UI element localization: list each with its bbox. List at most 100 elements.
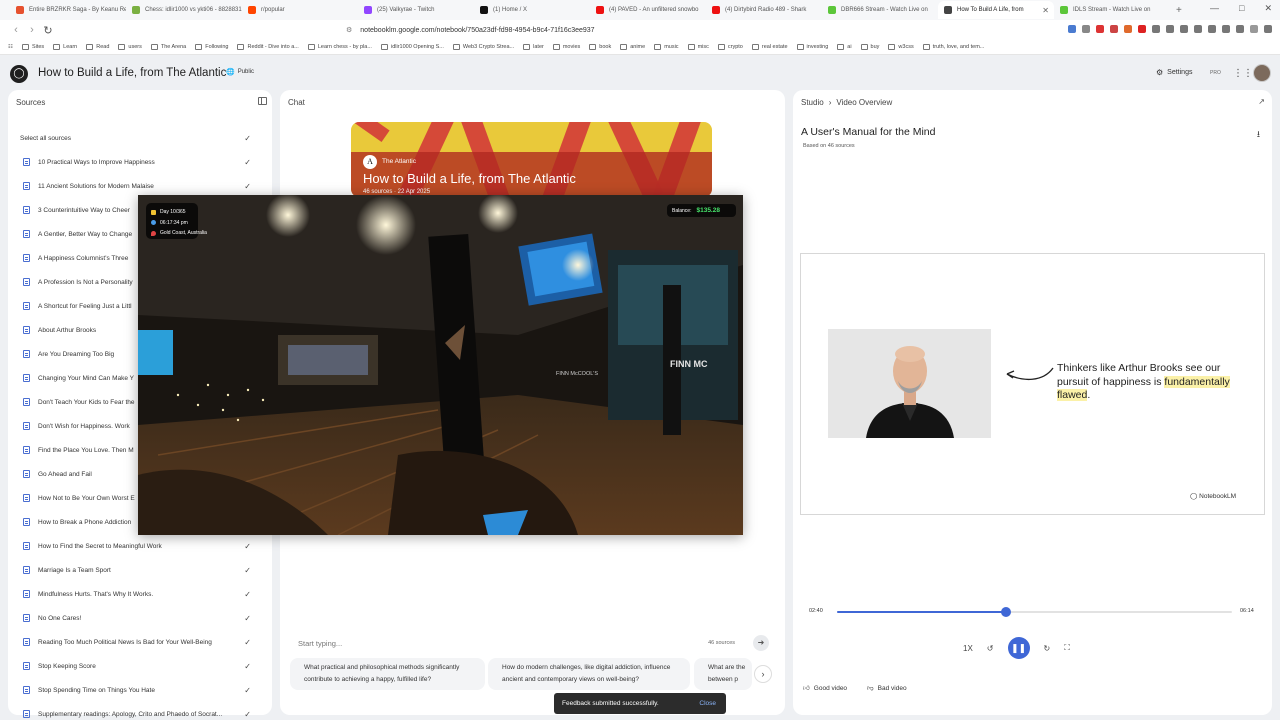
browser-tab[interactable]: (4) PAVED - An unfiltered snowbo bbox=[590, 1, 706, 19]
bookmark-item[interactable]: The Arena bbox=[150, 44, 186, 50]
source-item[interactable]: Stop Keeping Score ✓ bbox=[20, 654, 260, 678]
source-item[interactable]: No One Cares! ✓ bbox=[20, 606, 260, 630]
bookmark-item[interactable]: idlir1000 Opening S... bbox=[380, 44, 444, 50]
source-item[interactable]: Stop Spending Time on Things You Hate ✓ bbox=[20, 678, 260, 702]
notebook-title[interactable]: How to Build a Life, from The Atlantic bbox=[38, 67, 226, 79]
rewind-icon[interactable]: ↺ bbox=[987, 644, 994, 653]
download-icon[interactable] bbox=[1180, 25, 1188, 33]
bookmark-item[interactable]: Reddit - Dive into a... bbox=[237, 44, 299, 50]
extension-icon[interactable] bbox=[1082, 25, 1090, 33]
settings-button[interactable]: ⚙ Settings bbox=[1156, 68, 1192, 77]
visibility-badge[interactable]: 🌐 Public bbox=[226, 68, 254, 76]
bookmark-item[interactable]: Sites bbox=[21, 44, 44, 50]
next-suggestions-icon[interactable]: › bbox=[754, 665, 772, 683]
good-video-button[interactable]: 👍︎ Good video bbox=[803, 684, 847, 693]
bookmark-item[interactable]: real estate bbox=[751, 44, 788, 50]
browser-tab[interactable]: Chess: idlir1000 vs ykti06 - 8828831 bbox=[126, 1, 242, 19]
bookmark-item[interactable]: movies bbox=[552, 44, 580, 50]
extension-icon[interactable] bbox=[1222, 25, 1230, 33]
browser-tab[interactable]: How To Build A Life, from ✕ bbox=[938, 1, 1054, 19]
download-icon[interactable]: ⭳ bbox=[1257, 127, 1260, 143]
breadcrumb-studio[interactable]: Studio bbox=[801, 98, 824, 107]
extension-icon[interactable] bbox=[1236, 25, 1244, 33]
menu-icon[interactable] bbox=[1264, 25, 1272, 33]
extension-icon[interactable] bbox=[1194, 25, 1202, 33]
expand-icon[interactable]: ↗ bbox=[1258, 97, 1265, 106]
notebooklm-logo-icon[interactable]: ◯ bbox=[10, 65, 28, 83]
extension-icon[interactable] bbox=[1138, 25, 1146, 33]
extension-icon[interactable] bbox=[1124, 25, 1132, 33]
maximize-icon[interactable]: □ bbox=[1239, 3, 1244, 14]
source-item[interactable]: Supplementary readings: Apology, Crito a… bbox=[20, 702, 260, 720]
source-item[interactable]: How to Find the Secret to Meaningful Wor… bbox=[20, 534, 260, 558]
minimize-icon[interactable]: — bbox=[1210, 3, 1219, 14]
extension-icon[interactable] bbox=[1152, 25, 1160, 33]
source-checkbox[interactable]: ✓ bbox=[244, 662, 251, 671]
collapse-panel-icon[interactable] bbox=[258, 97, 267, 105]
chat-input[interactable]: Start typing... 46 sources ➜ bbox=[290, 633, 775, 653]
source-checkbox[interactable]: ✓ bbox=[244, 638, 251, 647]
browser-tab[interactable]: (25) Valkyrae - Twitch bbox=[358, 1, 474, 19]
source-checkbox[interactable]: ✓ bbox=[244, 590, 251, 599]
extension-icon[interactable] bbox=[1068, 25, 1076, 33]
source-checkbox[interactable]: ✓ bbox=[244, 566, 251, 575]
bookmark-item[interactable]: crypto bbox=[717, 44, 743, 50]
apps-icon[interactable]: ☷ bbox=[8, 44, 13, 50]
bookmark-item[interactable]: misc bbox=[687, 44, 709, 50]
video-frame[interactable]: Thinkers like Arthur Brooks see our purs… bbox=[800, 253, 1265, 515]
suggestion-chip[interactable]: How do modern challenges, like digital a… bbox=[488, 658, 690, 690]
source-item[interactable]: 10 Practical Ways to Improve Happiness ✓ bbox=[20, 150, 260, 174]
reload-icon[interactable]: ↻ bbox=[40, 24, 56, 37]
browser-tab[interactable]: (1) Home / X bbox=[474, 1, 590, 19]
bookmark-item[interactable]: book bbox=[589, 44, 611, 50]
select-all-sources[interactable]: Select all sources ✓ bbox=[20, 126, 260, 150]
browser-tab[interactable]: r/popular bbox=[242, 1, 358, 19]
progress-slider[interactable] bbox=[837, 607, 1232, 617]
bookmark-item[interactable]: investing bbox=[796, 44, 828, 50]
bookmark-item[interactable]: w3css bbox=[888, 44, 914, 50]
browser-tab[interactable]: DBR666 Stream - Watch Live on bbox=[822, 1, 938, 19]
extension-icon[interactable] bbox=[1166, 25, 1174, 33]
source-checkbox[interactable]: ✓ bbox=[244, 158, 251, 167]
bookmark-item[interactable]: buy bbox=[860, 44, 879, 50]
pause-button[interactable]: ❚❚ bbox=[1007, 637, 1030, 659]
bookmark-item[interactable]: later bbox=[523, 44, 544, 50]
suggestion-chip[interactable]: What are the between p bbox=[694, 658, 752, 690]
browser-tab[interactable]: Entire BRZRKR Saga - By Keanu Re bbox=[10, 1, 126, 19]
source-checkbox[interactable]: ✓ bbox=[244, 542, 251, 551]
bookmark-item[interactable]: anime bbox=[620, 44, 645, 50]
avatar[interactable] bbox=[1253, 64, 1271, 82]
source-item[interactable]: Marriage Is a Team Sport ✓ bbox=[20, 558, 260, 582]
extension-icon[interactable] bbox=[1250, 25, 1258, 33]
browser-tab[interactable]: IDLS Stream - Watch Live on bbox=[1054, 1, 1170, 19]
source-checkbox[interactable]: ✓ bbox=[244, 710, 251, 719]
source-checkbox[interactable]: ✓ bbox=[244, 182, 251, 191]
source-item[interactable]: Reading Too Much Political News Is Bad f… bbox=[20, 630, 260, 654]
tab-close-icon[interactable]: ✕ bbox=[1042, 6, 1049, 15]
bookmark-item[interactable]: Following bbox=[195, 44, 228, 50]
picture-in-picture-video[interactable]: FINN MC FINN McCOOL'S bbox=[138, 195, 743, 535]
bookmark-item[interactable]: ai bbox=[837, 44, 852, 50]
extension-icon[interactable] bbox=[1208, 25, 1216, 33]
send-button[interactable]: ➜ bbox=[753, 635, 769, 651]
close-window-icon[interactable]: ✕ bbox=[1264, 3, 1272, 14]
back-icon[interactable]: ‹ bbox=[8, 24, 24, 36]
bookmark-item[interactable]: truth, love, and tem... bbox=[922, 44, 984, 50]
suggestion-chip[interactable]: What practical and philosophical methods… bbox=[290, 658, 485, 690]
bookmark-item[interactable]: users bbox=[118, 44, 142, 50]
bookmark-item[interactable]: Learn bbox=[53, 44, 77, 50]
extension-icon[interactable] bbox=[1096, 25, 1104, 33]
new-tab-button[interactable]: + bbox=[1176, 5, 1182, 16]
bookmark-item[interactable]: music bbox=[654, 44, 679, 50]
source-checkbox[interactable]: ✓ bbox=[244, 686, 251, 695]
site-info-icon[interactable]: ⚙ bbox=[346, 26, 352, 34]
url-field[interactable]: ⚙ notebooklm.google.com/notebook/750a23d… bbox=[346, 23, 846, 38]
extension-icon[interactable] bbox=[1110, 25, 1118, 33]
speed-button[interactable]: 1X bbox=[963, 644, 973, 653]
source-item[interactable]: Mindfulness Hurts. That's Why It Works. ✓ bbox=[20, 582, 260, 606]
bad-video-button[interactable]: 👎︎ Bad video bbox=[867, 684, 907, 693]
toast-close-button[interactable]: Close bbox=[699, 700, 716, 707]
bookmark-item[interactable]: Web3 Crypto Strea... bbox=[452, 44, 514, 50]
forward-skip-icon[interactable]: ↻ bbox=[1044, 644, 1051, 653]
browser-tab[interactable]: (4) Dirtybird Radio 489 - Shark bbox=[706, 1, 822, 19]
